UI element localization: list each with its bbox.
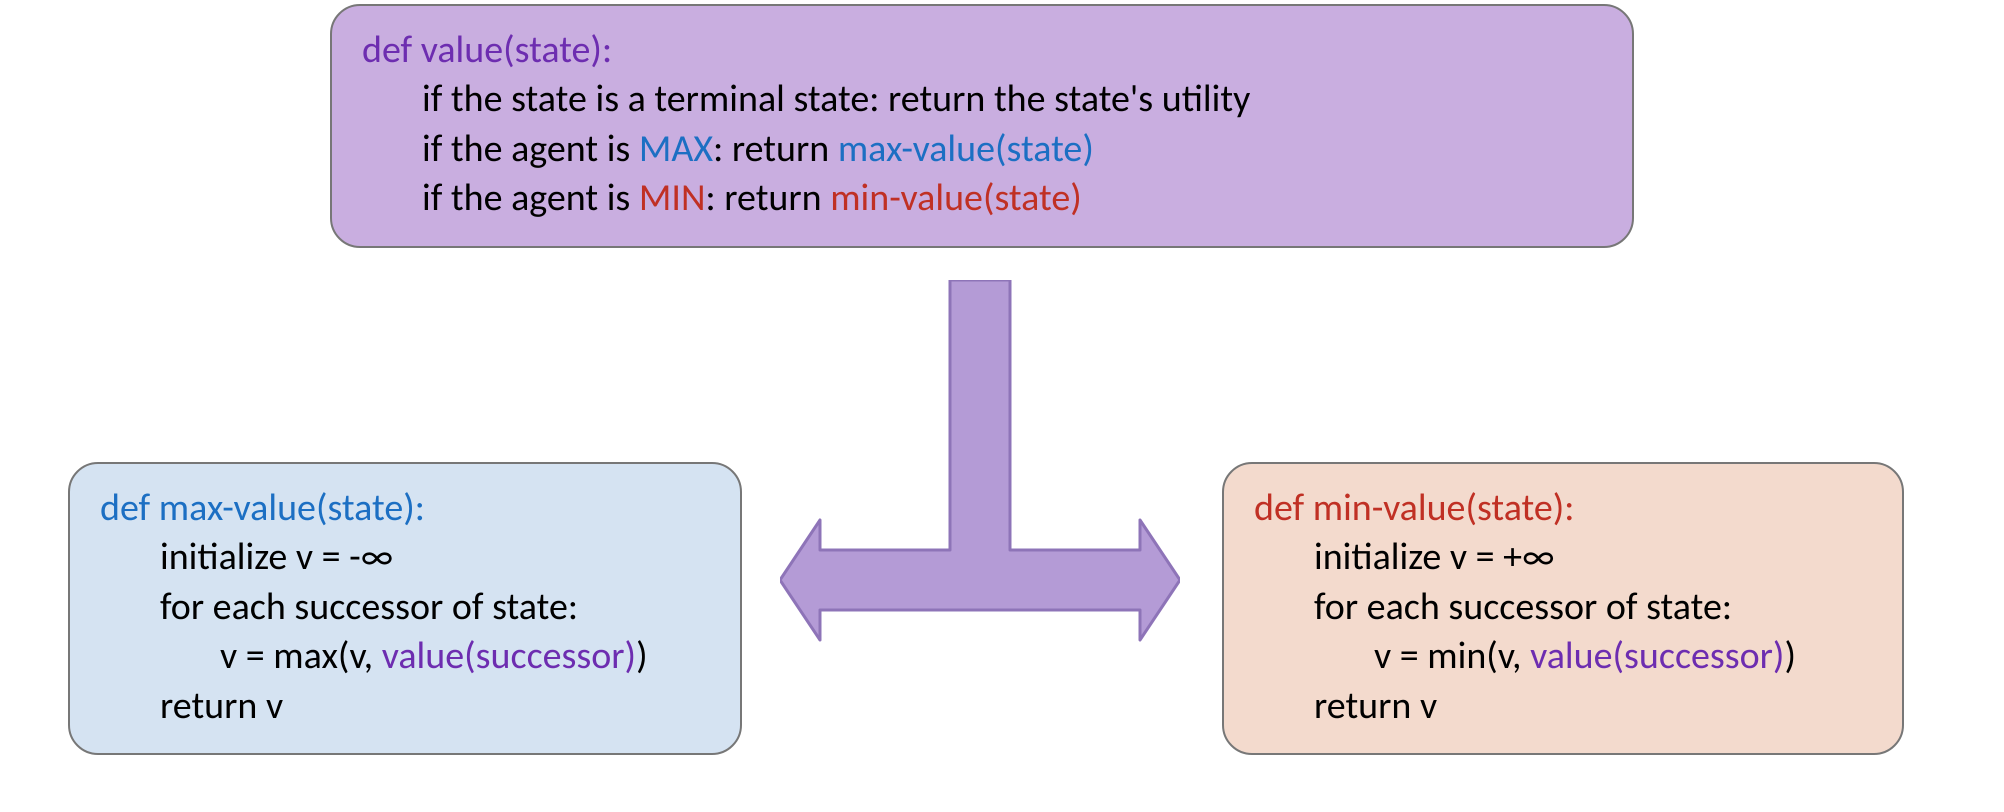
- min-value-def: def min-value(state):: [1254, 484, 1872, 533]
- max-loop: for each successor of state:: [160, 583, 710, 632]
- text: if the agent is: [422, 175, 639, 221]
- value-call: value(successor): [1530, 633, 1784, 679]
- min-value-call: min-value(state): [830, 175, 1082, 221]
- value-line-min: if the agent is MIN: return min-value(st…: [422, 174, 1602, 223]
- max-keyword: MAX: [639, 126, 713, 172]
- text: ): [636, 633, 648, 679]
- value-call: value(successor): [382, 633, 636, 679]
- min-keyword: MIN: [639, 175, 706, 221]
- max-value-box: def max-value(state): initialize v = -∞ …: [68, 462, 742, 755]
- min-return: return v: [1314, 682, 1872, 731]
- split-arrow-icon: [780, 280, 1180, 680]
- text: ): [1784, 633, 1796, 679]
- max-return: return v: [160, 682, 710, 731]
- min-loop: for each successor of state:: [1314, 583, 1872, 632]
- value-function-box: def value(state): if the state is a term…: [330, 4, 1634, 248]
- max-value-def: def max-value(state):: [100, 484, 710, 533]
- max-update: v = max(v, value(successor)): [220, 632, 710, 681]
- text: v = max(v,: [220, 633, 382, 679]
- value-def: def value(state):: [362, 26, 1602, 75]
- text: : return: [713, 126, 838, 172]
- text: : return: [705, 175, 830, 221]
- text: v = min(v,: [1374, 633, 1530, 679]
- max-value-call: max-value(state): [838, 126, 1094, 172]
- text: if the agent is: [422, 126, 639, 172]
- max-init: initialize v = -∞: [160, 533, 710, 582]
- min-update: v = min(v, value(successor)): [1374, 632, 1872, 681]
- min-init: initialize v = +∞: [1314, 533, 1872, 582]
- value-line-terminal: if the state is a terminal state: return…: [422, 75, 1602, 124]
- value-line-max: if the agent is MAX: return max-value(st…: [422, 125, 1602, 174]
- min-value-box: def min-value(state): initialize v = +∞ …: [1222, 462, 1904, 755]
